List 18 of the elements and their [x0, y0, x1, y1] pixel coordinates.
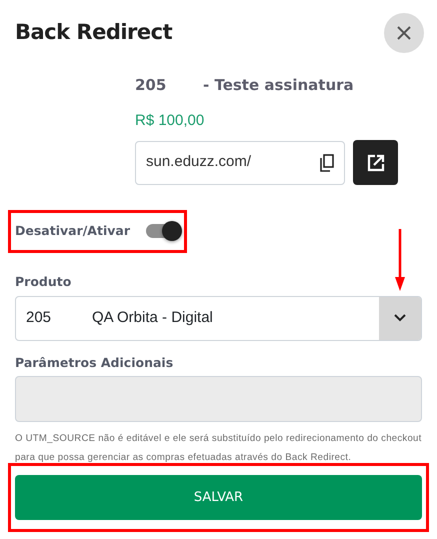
field-label: Produto	[15, 272, 72, 291]
open-link-button[interactable]	[353, 140, 398, 185]
copy-icon[interactable]	[320, 154, 334, 172]
chevron-down-icon[interactable]	[394, 314, 406, 322]
external-link-icon	[366, 154, 384, 172]
toggle-label: Desativar/Ativar	[15, 222, 130, 240]
product-select[interactable]: 205 QA Orbita - Digital	[15, 296, 422, 340]
product-code: 205	[135, 75, 168, 96]
close-button[interactable]	[384, 13, 424, 53]
toggle-switch[interactable]	[146, 224, 180, 238]
save-button[interactable]: SALVAR	[15, 475, 422, 520]
product-name: - Teste assinatura	[203, 76, 354, 94]
help-text: O UTM_SOURCE não é editável e ele será substituído pelo redirecionamento do checkout para que possa gerenciar as compras efetuadas através do Back Redirect.	[15, 432, 422, 465]
price-text: R$ 100,00	[135, 111, 206, 131]
field-label: Parâmetros Adicionais	[15, 354, 174, 372]
dialog-title: Back Redirect	[15, 20, 172, 46]
close-icon	[397, 26, 411, 40]
url-field[interactable]: sun.eduzz.com/	[135, 140, 345, 184]
